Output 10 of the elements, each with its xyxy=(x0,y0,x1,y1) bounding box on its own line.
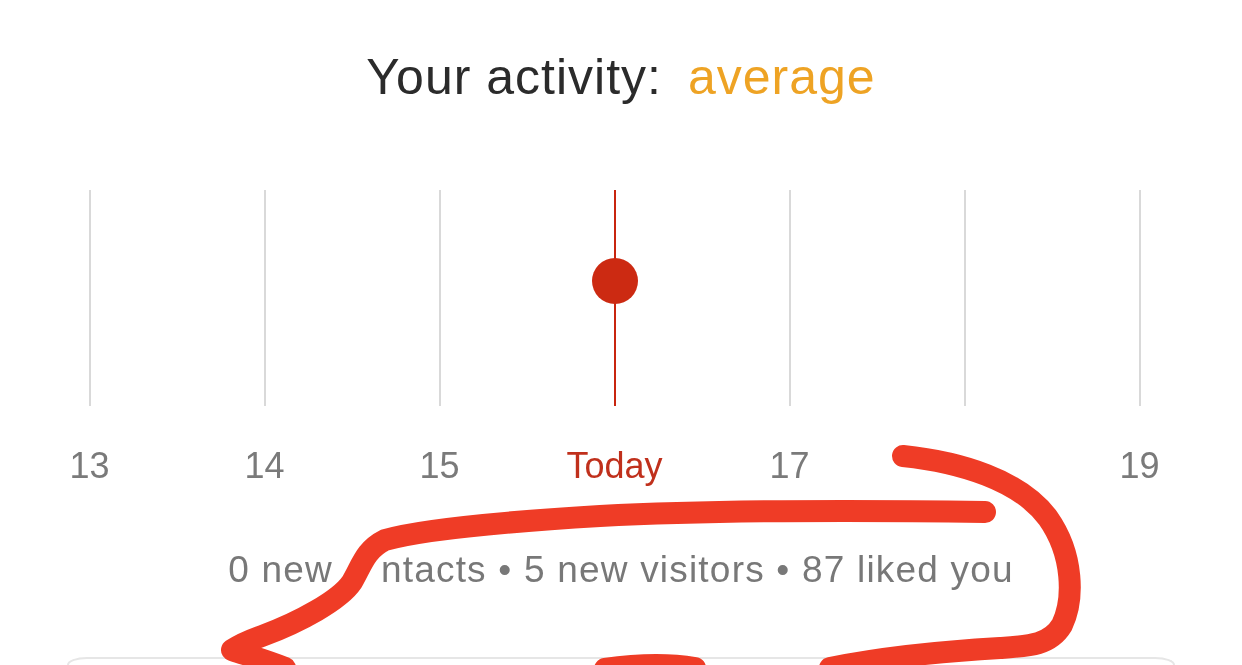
day-label: 14 xyxy=(244,444,285,488)
day-label: 13 xyxy=(69,444,110,488)
day-label: 17 xyxy=(769,444,810,488)
activity-title: Your activity: xyxy=(366,48,662,107)
summary-text: ntacts • 5 new visitors • 87 liked you xyxy=(380,548,1014,592)
day-label: 15 xyxy=(419,444,460,488)
summary-text: 0 new xyxy=(228,548,333,592)
day-label: Today xyxy=(566,444,663,488)
day-label: 19 xyxy=(1119,444,1160,488)
activity-rating: average xyxy=(687,48,876,107)
